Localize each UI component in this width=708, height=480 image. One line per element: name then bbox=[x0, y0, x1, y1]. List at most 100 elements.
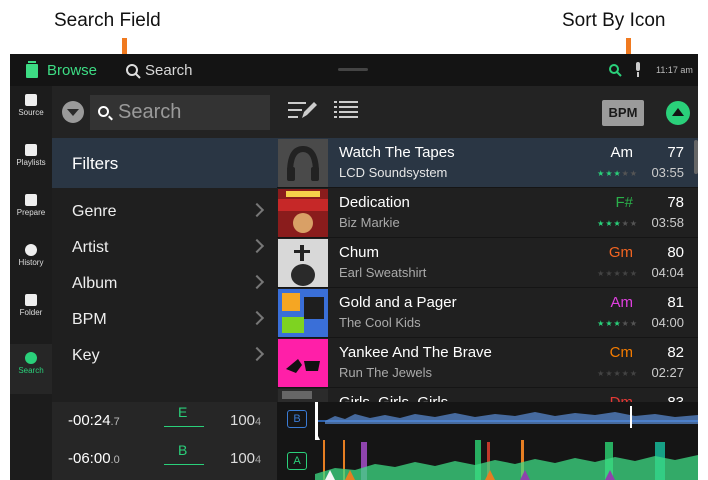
sidebar-item-history[interactable]: History bbox=[10, 236, 52, 286]
sidebar-item-label: Search bbox=[18, 366, 44, 375]
filter-label: Key bbox=[72, 347, 100, 364]
sidebar-item-label: Source bbox=[18, 108, 44, 117]
prepare-icon bbox=[25, 194, 37, 206]
track-key: Dm bbox=[610, 394, 633, 402]
track-bpm: 78 bbox=[667, 194, 684, 211]
browse-tab[interactable]: Browse bbox=[47, 62, 97, 79]
filters-panel: Filters Genre Artist Album BPM Key bbox=[52, 138, 277, 402]
search-field-callout: Search Field bbox=[54, 10, 161, 31]
track-rating: ★★★★★ bbox=[597, 269, 638, 278]
filter-dropdown-button[interactable] bbox=[62, 101, 84, 123]
filters-title: Filters bbox=[72, 154, 119, 173]
deck-a-info: -06:00.0 B 1004 bbox=[52, 440, 277, 480]
track-duration: 04:00 bbox=[651, 315, 684, 330]
clock-time: 11:17 am bbox=[656, 65, 693, 75]
track-key: Am bbox=[610, 144, 634, 161]
deck-time-remaining: -06:00.0 bbox=[68, 450, 120, 467]
filter-item-genre[interactable]: Genre bbox=[52, 194, 277, 230]
browse-icon bbox=[26, 61, 38, 78]
search-icon bbox=[25, 352, 37, 364]
folder-icon bbox=[25, 294, 37, 306]
chevron-right-icon bbox=[249, 202, 265, 218]
deck-b-info: -00:24.7 E 1004 bbox=[52, 402, 277, 440]
filter-item-artist[interactable]: Artist bbox=[52, 230, 277, 266]
sidebar-item-label: Prepare bbox=[16, 208, 46, 217]
album-art bbox=[278, 339, 328, 387]
album-art bbox=[278, 189, 328, 237]
handle-indicator[interactable] bbox=[338, 68, 368, 71]
track-key: F# bbox=[615, 194, 633, 211]
track-key: Am bbox=[610, 294, 634, 311]
list-view-icon[interactable] bbox=[334, 100, 358, 120]
track-bpm: 82 bbox=[667, 344, 684, 361]
track-bpm: 80 bbox=[667, 244, 684, 261]
track-row[interactable]: Chum Earl Sweatshirt Gm ★★★★★ 80 04:04 bbox=[277, 238, 698, 288]
deck-b-waveform[interactable]: B bbox=[277, 402, 698, 440]
sort-direction-icon[interactable] bbox=[666, 101, 690, 125]
track-artist: Earl Sweatshirt bbox=[339, 265, 427, 280]
topbar-search-icon bbox=[126, 64, 141, 79]
track-rating: ★★★★★ bbox=[597, 369, 638, 378]
track-bpm: 77 bbox=[667, 144, 684, 161]
microphone-icon bbox=[636, 62, 640, 77]
deck-bpm: 1004 bbox=[230, 450, 262, 467]
track-title: Chum bbox=[339, 244, 380, 261]
deck-key-underline bbox=[164, 464, 204, 465]
track-row[interactable]: Dedication Biz Markie F# ★★★★★ 78 03:58 bbox=[277, 188, 698, 238]
album-art bbox=[278, 139, 328, 187]
filter-item-album[interactable]: Album bbox=[52, 266, 277, 302]
track-bpm: 81 bbox=[667, 294, 684, 311]
deck-key-underline bbox=[164, 426, 204, 427]
filter-item-bpm[interactable]: BPM bbox=[52, 302, 277, 338]
list-scrollbar[interactable] bbox=[694, 140, 698, 174]
sidebar-item-label: Folder bbox=[19, 308, 43, 317]
sort-by-button[interactable]: BPM bbox=[602, 100, 644, 126]
edit-list-icon[interactable] bbox=[288, 100, 318, 120]
filter-label: Artist bbox=[72, 239, 109, 256]
track-duration: 03:58 bbox=[651, 215, 684, 230]
track-artist: LCD Soundsystem bbox=[339, 165, 448, 180]
clock-icon bbox=[25, 244, 37, 256]
filters-header[interactable]: Filters bbox=[52, 138, 277, 188]
filter-label: Genre bbox=[72, 203, 117, 220]
search-field[interactable] bbox=[90, 95, 270, 130]
waveform-a-graphic bbox=[315, 440, 698, 480]
filter-item-key[interactable]: Key bbox=[52, 338, 277, 374]
album-art bbox=[278, 389, 328, 402]
track-list: Watch The Tapes LCD Soundsystem Am ★★★★★… bbox=[277, 138, 698, 402]
album-art bbox=[278, 289, 328, 337]
sidebar-item-playlists[interactable]: Playlists bbox=[10, 136, 52, 186]
deck-b-badge[interactable]: B bbox=[287, 410, 307, 428]
track-artist: Biz Markie bbox=[339, 215, 400, 230]
track-row[interactable]: Girls, Girls, Girls Dm 83 bbox=[277, 388, 698, 402]
search-input[interactable] bbox=[118, 95, 268, 130]
sort-by-callout: Sort By Icon bbox=[562, 10, 666, 31]
top-bar: Browse Search 11:17 am bbox=[10, 54, 698, 86]
sidebar: Source Playlists Prepare History Folder … bbox=[10, 86, 52, 480]
search-tab[interactable]: Search bbox=[145, 62, 193, 79]
chevron-right-icon bbox=[249, 238, 265, 254]
track-row[interactable]: Yankee And The Brave Run The Jewels Cm ★… bbox=[277, 338, 698, 388]
sidebar-item-source[interactable]: Source bbox=[10, 86, 52, 136]
usb-drive-icon bbox=[25, 94, 37, 106]
sidebar-item-prepare[interactable]: Prepare bbox=[10, 186, 52, 236]
track-row[interactable]: Gold and a Pager The Cool Kids Am ★★★★★ … bbox=[277, 288, 698, 338]
track-row[interactable]: Watch The Tapes LCD Soundsystem Am ★★★★★… bbox=[277, 138, 698, 188]
track-title: Gold and a Pager bbox=[339, 294, 457, 311]
track-duration: 03:55 bbox=[651, 165, 684, 180]
filter-label: Album bbox=[72, 275, 118, 292]
track-title: Girls, Girls, Girls bbox=[339, 394, 448, 402]
sidebar-item-label: Playlists bbox=[16, 158, 46, 167]
deck-a-badge[interactable]: A bbox=[287, 452, 307, 470]
track-rating: ★★★★★ bbox=[597, 169, 638, 178]
sidebar-item-search[interactable]: Search bbox=[10, 344, 52, 394]
deck-a-waveform[interactable]: A bbox=[277, 440, 698, 480]
deck-time-remaining: -00:24.7 bbox=[68, 412, 120, 429]
sidebar-item-folder[interactable]: Folder bbox=[10, 286, 52, 336]
track-title: Yankee And The Brave bbox=[339, 344, 492, 361]
waveform-b-graphic bbox=[315, 402, 698, 440]
filter-label: BPM bbox=[72, 311, 107, 328]
status-search-icon bbox=[609, 64, 622, 77]
chevron-right-icon bbox=[249, 274, 265, 290]
playlist-icon bbox=[25, 144, 37, 156]
